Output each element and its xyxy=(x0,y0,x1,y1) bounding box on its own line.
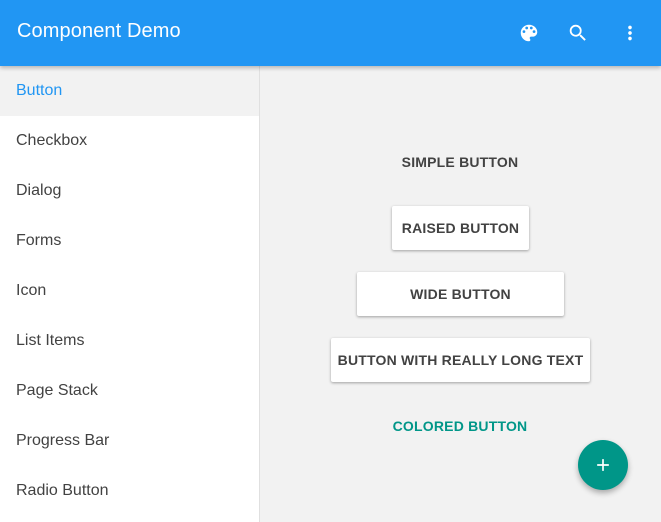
simple-button[interactable]: SIMPLE BUTTON xyxy=(390,146,530,178)
sidebar-item-radio-button[interactable]: Radio Button xyxy=(0,466,259,516)
sidebar-nav: Button Checkbox Dialog Forms Icon List I… xyxy=(0,66,260,522)
sidebar-item-icon[interactable]: Icon xyxy=(0,266,259,316)
search-icon[interactable] xyxy=(566,21,590,45)
sidebar-item-list-items[interactable]: List Items xyxy=(0,316,259,366)
sidebar-item-progress-bar[interactable]: Progress Bar xyxy=(0,416,259,466)
palette-icon[interactable] xyxy=(517,21,541,45)
page-title: Component Demo xyxy=(17,20,181,42)
sidebar-item-button[interactable]: Button xyxy=(0,66,259,116)
more-vert-icon[interactable] xyxy=(618,21,642,45)
add-icon xyxy=(597,459,609,471)
app-window: Component Demo Button Checkbox Dialog Fo… xyxy=(0,0,661,522)
sidebar-item-forms[interactable]: Forms xyxy=(0,216,259,266)
sidebar-item-dialog[interactable]: Dialog xyxy=(0,166,259,216)
sidebar-item-checkbox[interactable]: Checkbox xyxy=(0,116,259,166)
floating-action-button[interactable] xyxy=(578,440,628,490)
wide-button[interactable]: WIDE BUTTON xyxy=(357,272,564,316)
app-toolbar: Component Demo xyxy=(0,0,661,66)
colored-button[interactable]: COLORED BUTTON xyxy=(385,410,535,442)
raised-button[interactable]: RAISED BUTTON xyxy=(392,206,529,250)
long-text-button[interactable]: BUTTON WITH REALLY LONG TEXT xyxy=(331,338,590,382)
sidebar-item-page-stack[interactable]: Page Stack xyxy=(0,366,259,416)
